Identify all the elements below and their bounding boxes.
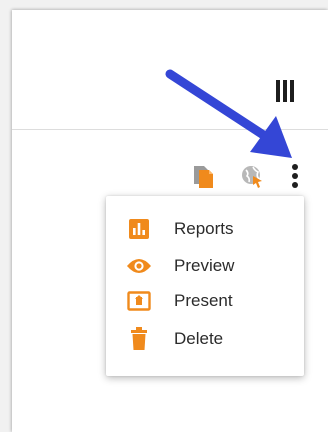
menu-item-label: Preview — [174, 256, 235, 275]
present-icon — [126, 288, 152, 314]
bar-chart-icon — [126, 216, 152, 242]
menu-item-delete[interactable]: Delete — [106, 322, 304, 356]
document-icon[interactable] — [192, 164, 214, 188]
trash-icon — [126, 326, 152, 352]
menu-item-label: Reports — [174, 219, 234, 238]
menu-item-reports[interactable]: Reports — [106, 212, 304, 246]
menu-item-preview[interactable]: Preview — [106, 249, 304, 283]
more-vert-icon[interactable] — [291, 164, 299, 188]
menu-item-present[interactable]: Present — [106, 284, 304, 318]
globe-icon[interactable] — [240, 164, 264, 188]
pointer-arrow — [165, 69, 292, 158]
context-menu: Reports Preview Present Delete — [106, 196, 304, 376]
eye-icon — [126, 253, 152, 279]
menu-item-label: Delete — [174, 329, 224, 348]
menu-item-label: Present — [174, 291, 233, 310]
